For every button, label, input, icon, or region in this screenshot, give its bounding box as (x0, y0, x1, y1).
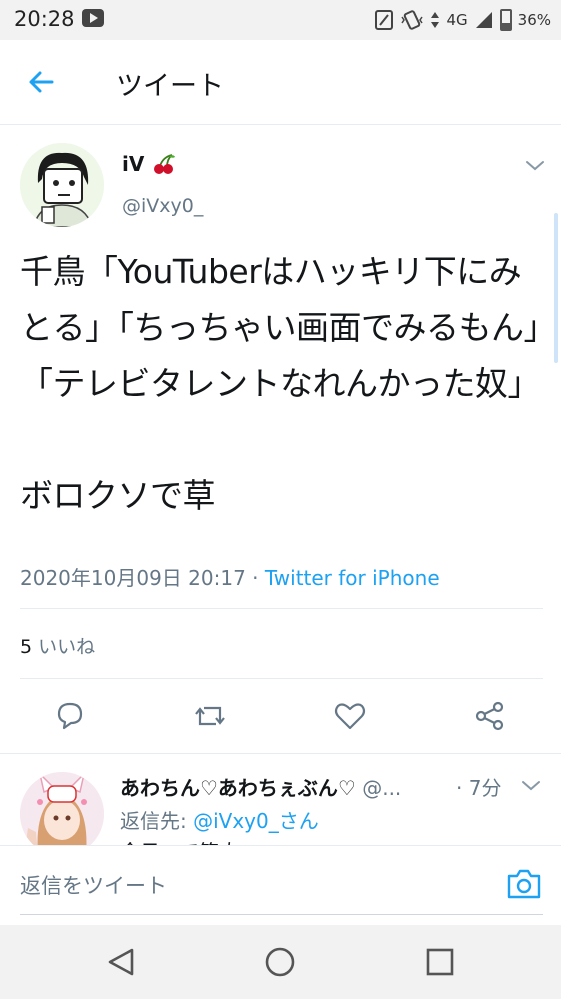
tweet-timestamp[interactable]: 2020年10月09日 20:17 (20, 566, 246, 590)
status-bar: 20:28 4G 36% (0, 0, 561, 40)
back-arrow-icon (29, 71, 54, 93)
tweet-metadata: 2020年10月09日 20:17 · Twitter for iPhone (20, 562, 440, 591)
reply-to-line: 返信先: @iVxy0_さん (120, 805, 319, 834)
likes-summary[interactable]: 5 いいね (20, 632, 95, 659)
reply-to-mention[interactable]: @iVxy0_さん (193, 809, 319, 833)
like-button[interactable] (330, 696, 370, 736)
reply-header[interactable]: あわちん♡あわちぇぶん♡ @... (120, 772, 510, 801)
retweet-button[interactable] (190, 696, 230, 736)
media-playing-icon (82, 9, 104, 27)
avatar-image (20, 143, 104, 227)
network-type: 4G (446, 11, 468, 29)
author-handle[interactable]: @iVxy0_ (122, 195, 203, 217)
app-header: ツイート (0, 40, 561, 125)
vibrate-icon (401, 10, 424, 30)
tweet-actions (0, 696, 561, 740)
signal-icon (475, 12, 492, 28)
reply-to-label: 返信先: (120, 809, 194, 833)
reply-icon (57, 702, 83, 730)
system-nav-bar (0, 925, 561, 999)
tweet-menu-button[interactable] (522, 154, 548, 176)
tweet-text: 千鳥「YouTuberはハッキリ下にみとる」「ちっちゃい画面でみるもん」「テレビ… (20, 252, 541, 515)
status-time: 20:28 (14, 7, 75, 31)
cherry-emoji-icon (154, 154, 176, 174)
nav-home-button[interactable] (260, 942, 300, 982)
triangle-back-icon (108, 948, 134, 976)
reply-menu-button[interactable] (518, 774, 544, 796)
author-display-name: iV (122, 152, 145, 176)
status-indicators: 4G 36% (374, 6, 551, 34)
tweet-source-link[interactable]: Twitter for iPhone (265, 566, 440, 590)
reply-author-avatar[interactable] (20, 772, 104, 856)
author-avatar[interactable] (20, 143, 104, 227)
section-divider (0, 753, 561, 754)
battery-percent: 36% (517, 11, 551, 29)
nav-back-button[interactable] (102, 942, 142, 982)
avatar-image (20, 772, 104, 856)
back-button[interactable] (22, 62, 62, 102)
camera-button[interactable] (504, 866, 544, 902)
chevron-down-icon (522, 781, 540, 791)
reply-handle: @... (362, 776, 402, 800)
divider (20, 608, 543, 609)
reply-input[interactable]: 返信をツイート (20, 870, 480, 900)
data-transfer-icon (431, 12, 440, 28)
nav-recents-button[interactable] (420, 942, 460, 982)
like-count: 5 (20, 636, 33, 658)
author-name-row[interactable]: iV (122, 152, 176, 176)
square-recents-icon (426, 948, 454, 976)
battery-icon (499, 9, 512, 31)
reply-composer: 返信をツイート (0, 845, 561, 925)
share-icon (475, 701, 504, 731)
heart-icon (334, 703, 366, 730)
page-title: ツイート (116, 71, 224, 102)
reply-display-name: あわちん♡あわちぇぶん♡ (120, 776, 356, 800)
circle-home-icon (265, 947, 295, 977)
composer-underline (20, 914, 543, 915)
chevron-down-icon (526, 161, 544, 171)
meta-separator: · (245, 566, 265, 590)
nfc-icon (375, 10, 394, 30)
reply-time: · 7分 (456, 776, 502, 800)
divider (20, 678, 543, 679)
reply-button[interactable] (50, 696, 90, 736)
share-button[interactable] (470, 696, 510, 736)
camera-icon (507, 869, 541, 899)
scrollbar[interactable] (554, 213, 558, 363)
like-label: いいね (38, 636, 96, 658)
retweet-icon (195, 706, 225, 726)
